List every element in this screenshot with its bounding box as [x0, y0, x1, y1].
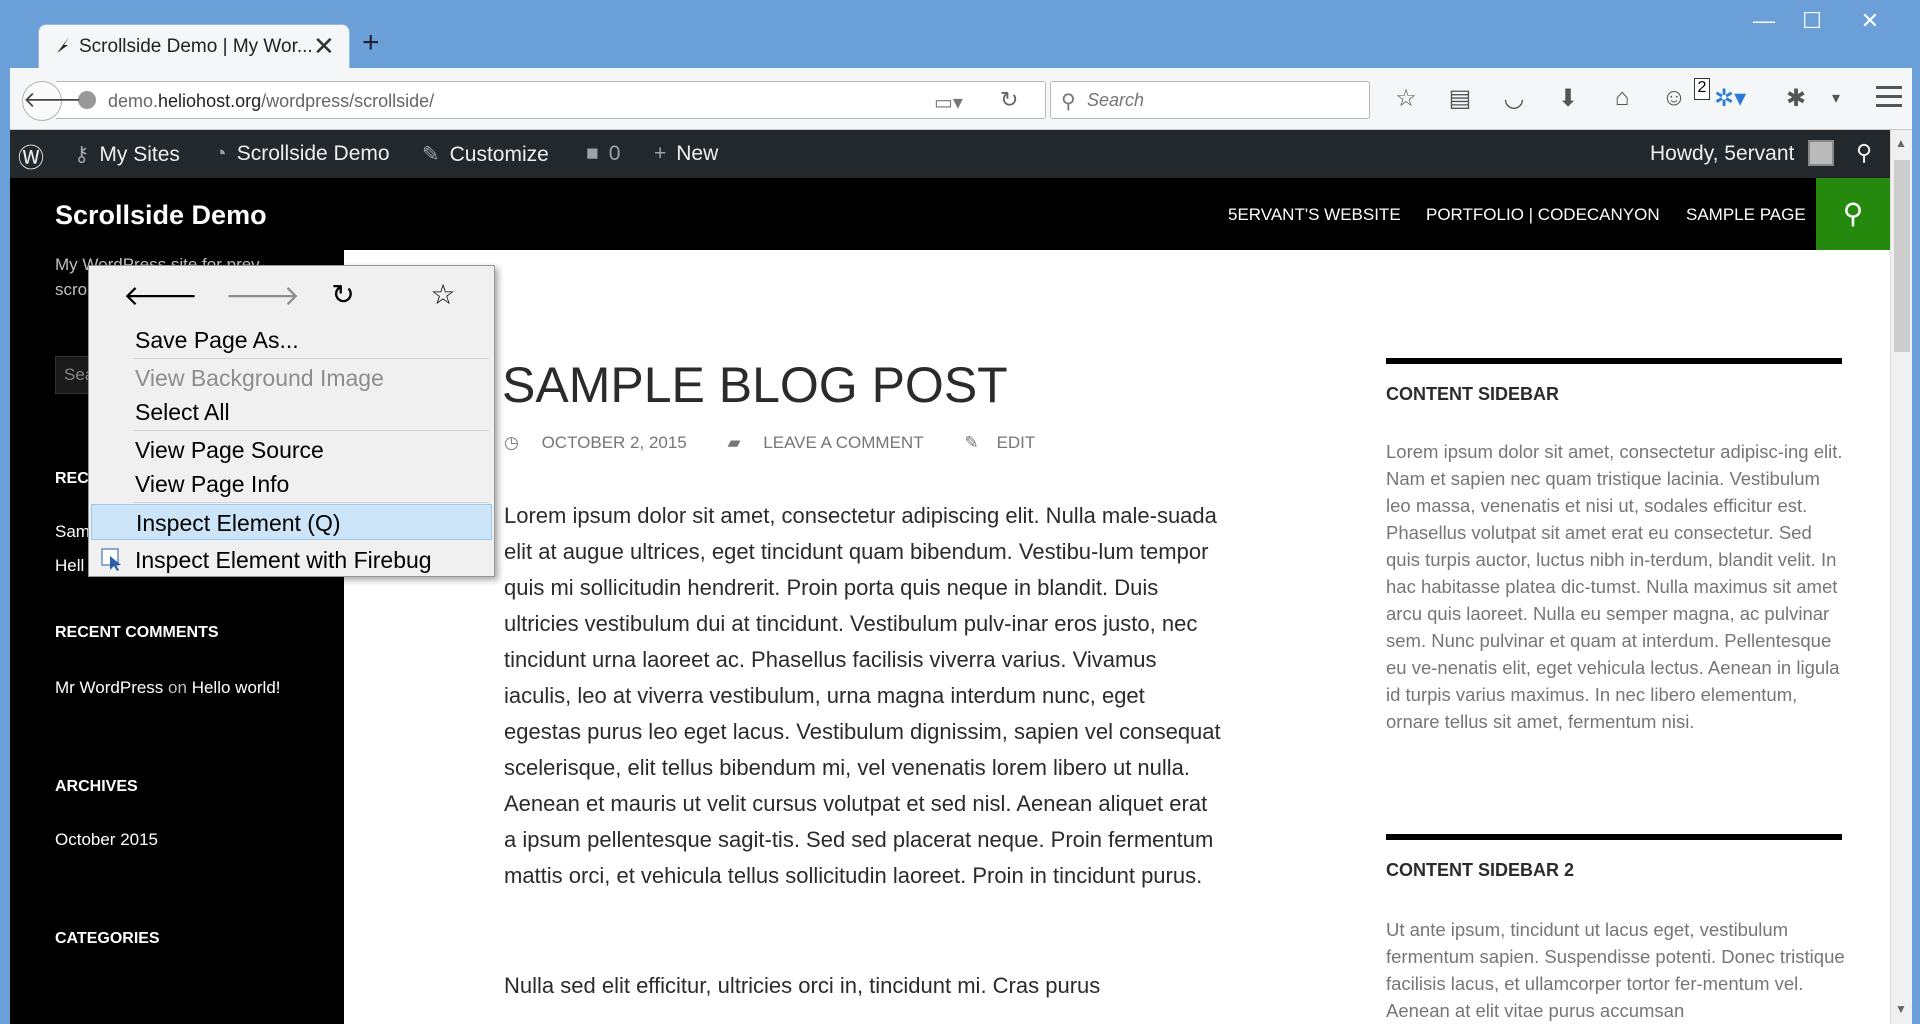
nav-item-portfolio[interactable]: PORTFOLIO | CODECANYON — [1426, 205, 1660, 225]
site-favicon-icon — [57, 37, 69, 53]
comments-link[interactable]: ■ 0 — [586, 142, 620, 166]
notification-badge[interactable]: 2 — [1694, 78, 1710, 100]
my-sites-link[interactable]: ⚷ My Sites — [74, 142, 180, 167]
back-button[interactable]: 🡐 — [22, 81, 82, 121]
post-date-link[interactable]: ◷ OCTOBER 2, 2015 — [504, 433, 705, 452]
context-menu: 🡐 🡒 ↻ ☆ Save Page As... View Background … — [88, 265, 495, 577]
forward-arrow-icon[interactable]: 🡒 — [225, 278, 300, 312]
edit-link[interactable]: ✎ EDIT — [964, 433, 1053, 452]
recent-post-link[interactable]: Hell — [55, 556, 84, 576]
context-nav-row: 🡐 🡒 ↻ ☆ — [89, 266, 496, 322]
menu-item-inspect-firebug[interactable]: Inspect Element with Firebug — [91, 542, 492, 578]
browser-window: Scrollside Demo | My Wor... ✕ + — ☐ ✕ de… — [0, 0, 1920, 1024]
new-content-link[interactable]: + New — [654, 142, 718, 166]
archive-link[interactable]: October 2015 — [55, 830, 158, 850]
sidebar-divider — [1386, 834, 1842, 840]
close-window-button[interactable]: ✕ — [1842, 4, 1898, 38]
brush-icon: ✎ — [422, 143, 440, 166]
header-search-toggle-icon[interactable]: ⚲ — [1816, 178, 1890, 250]
reader-view-icon[interactable]: ▭▾ — [934, 90, 963, 115]
comment-author-link[interactable]: Mr WordPress — [55, 678, 163, 697]
site-header: Scrollside Demo 5ERVANT'S WEBSITE PORTFO… — [10, 178, 1890, 250]
menu-item-inspect-element[interactable]: Inspect Element (Q) — [91, 504, 492, 540]
content-sidebar-2-text: Ut ante ipsum, tincidunt ut lacus eget, … — [1386, 919, 1845, 1021]
post-title[interactable]: SAMPLE BLOG POST — [502, 356, 1008, 414]
menu-separator — [133, 358, 489, 359]
bookmark-star-icon[interactable]: ☆ — [1390, 84, 1422, 113]
menu-item-view-background-image[interactable]: View Background Image — [91, 360, 492, 396]
comment-post-link[interactable]: Hello world! — [192, 678, 281, 697]
downloads-icon[interactable]: ⬇ — [1552, 84, 1584, 113]
url-bar[interactable]: demo.heliohost.org/wordpress/scrollside/… — [56, 81, 1046, 119]
nav-item-sample-page[interactable]: SAMPLE PAGE — [1686, 205, 1806, 225]
new-tab-button[interactable]: + — [362, 28, 380, 58]
avatar[interactable] — [1808, 140, 1834, 166]
wp-admin-bar: Ⓦ ⚷ My Sites ◔ Scrollside Demo ✎ Customize … — [10, 130, 1890, 178]
tab-title: Scrollside Demo | My Wor... — [79, 36, 313, 57]
pocket-icon[interactable]: ◡ — [1498, 84, 1530, 113]
reload-icon[interactable]: ↻ — [1000, 87, 1018, 113]
scroll-down-icon[interactable]: ▼ — [1895, 1002, 1907, 1016]
admin-search-icon[interactable]: ⚲ — [1856, 140, 1872, 166]
menu-item-save-page[interactable]: Save Page As... — [91, 322, 492, 358]
firebug-menu-icon[interactable]: ▾ — [1820, 88, 1852, 108]
url-text[interactable]: demo.heliohost.org/wordpress/scrollside/ — [108, 91, 434, 112]
site-title[interactable]: Scrollside Demo — [55, 200, 267, 231]
tab-close-icon[interactable]: ✕ — [313, 31, 335, 62]
firebug-icon[interactable]: ✱ — [1780, 84, 1812, 113]
bookmark-star-icon[interactable]: ☆ — [425, 278, 461, 312]
leave-comment-link[interactable]: ▰ LEAVE A COMMENT — [728, 433, 942, 452]
dashboard-icon: ◔ — [214, 142, 227, 165]
browser-tab[interactable]: Scrollside Demo | My Wor... ✕ — [38, 24, 350, 68]
navigation-toolbar: demo.heliohost.org/wordpress/scrollside/… — [10, 68, 1912, 130]
search-input[interactable] — [1087, 90, 1357, 111]
menu-separator — [133, 430, 489, 431]
content-sidebar-text: Lorem ipsum dolor sit amet, consectetur … — [1386, 441, 1843, 732]
recent-comments-title: RECENT COMMENTS — [55, 624, 219, 641]
comment-bubble-icon: ■ — [586, 142, 599, 165]
post-meta: ◷ OCTOBER 2, 2015 ▰ LEAVE A COMMENT ✎ EDI… — [504, 433, 1071, 453]
reload-icon[interactable]: ↻ — [325, 278, 361, 312]
comment-icon: ▰ — [727, 433, 746, 452]
menu-item-select-all[interactable]: Select All — [91, 394, 492, 430]
recent-post-link[interactable]: Sam — [55, 522, 90, 542]
pencil-icon: ✎ — [964, 433, 979, 452]
search-icon: ⚲ — [1061, 91, 1076, 113]
sidebar-divider — [1386, 358, 1842, 364]
wordpress-logo-icon[interactable]: Ⓦ — [18, 138, 44, 175]
scroll-up-icon[interactable]: ▲ — [1895, 136, 1907, 150]
recent-comment-item: Mr WordPress on Hello world! — [55, 678, 281, 698]
firebug-inspect-icon — [101, 548, 121, 571]
key-icon: ⚷ — [74, 143, 90, 166]
comment-on-text: on — [168, 678, 187, 697]
menu-item-view-page-source[interactable]: View Page Source — [91, 432, 492, 468]
emoji-icon[interactable]: ☺ — [1658, 84, 1690, 112]
back-arrow-icon[interactable]: 🡐 — [123, 278, 198, 312]
maximize-button[interactable]: ☐ — [1784, 4, 1840, 38]
nav-item-website[interactable]: 5ERVANT'S WEBSITE — [1228, 205, 1401, 225]
post-paragraph: Nulla sed elit efficitur, ultricies orci… — [504, 973, 1101, 998]
plus-icon: + — [654, 142, 667, 165]
site-name-link[interactable]: ◔ Scrollside Demo — [214, 142, 390, 166]
content-sidebar-2-title: CONTENT SIDEBAR 2 — [1386, 860, 1575, 880]
hamburger-menu-icon[interactable] — [1876, 86, 1902, 108]
categories-title: CATEGORIES — [55, 930, 160, 947]
vertical-scrollbar[interactable]: ▲ ▼ — [1890, 130, 1912, 1024]
home-icon[interactable]: ⌂ — [1606, 84, 1638, 112]
scrollbar-thumb[interactable] — [1894, 160, 1910, 352]
title-bar: Scrollside Demo | My Wor... ✕ + — ☐ ✕ — [0, 0, 1920, 68]
clock-icon: ◷ — [504, 433, 524, 452]
content-sidebar-title: CONTENT SIDEBAR — [1386, 384, 1560, 404]
customize-link[interactable]: ✎ Customize — [422, 142, 549, 167]
search-bar[interactable]: ⚲ — [1050, 81, 1370, 119]
network-icon[interactable]: ✲▾ — [1714, 84, 1746, 113]
post-paragraph: Lorem ipsum dolor sit amet, consectetur … — [504, 503, 1221, 888]
menu-separator — [133, 502, 489, 503]
menu-item-view-page-info[interactable]: View Page Info — [91, 466, 492, 502]
bookmarks-list-icon[interactable]: ▤ — [1444, 84, 1476, 113]
account-howdy[interactable]: Howdy, 5ervant — [1650, 142, 1794, 166]
archives-title: ARCHIVES — [55, 778, 138, 795]
